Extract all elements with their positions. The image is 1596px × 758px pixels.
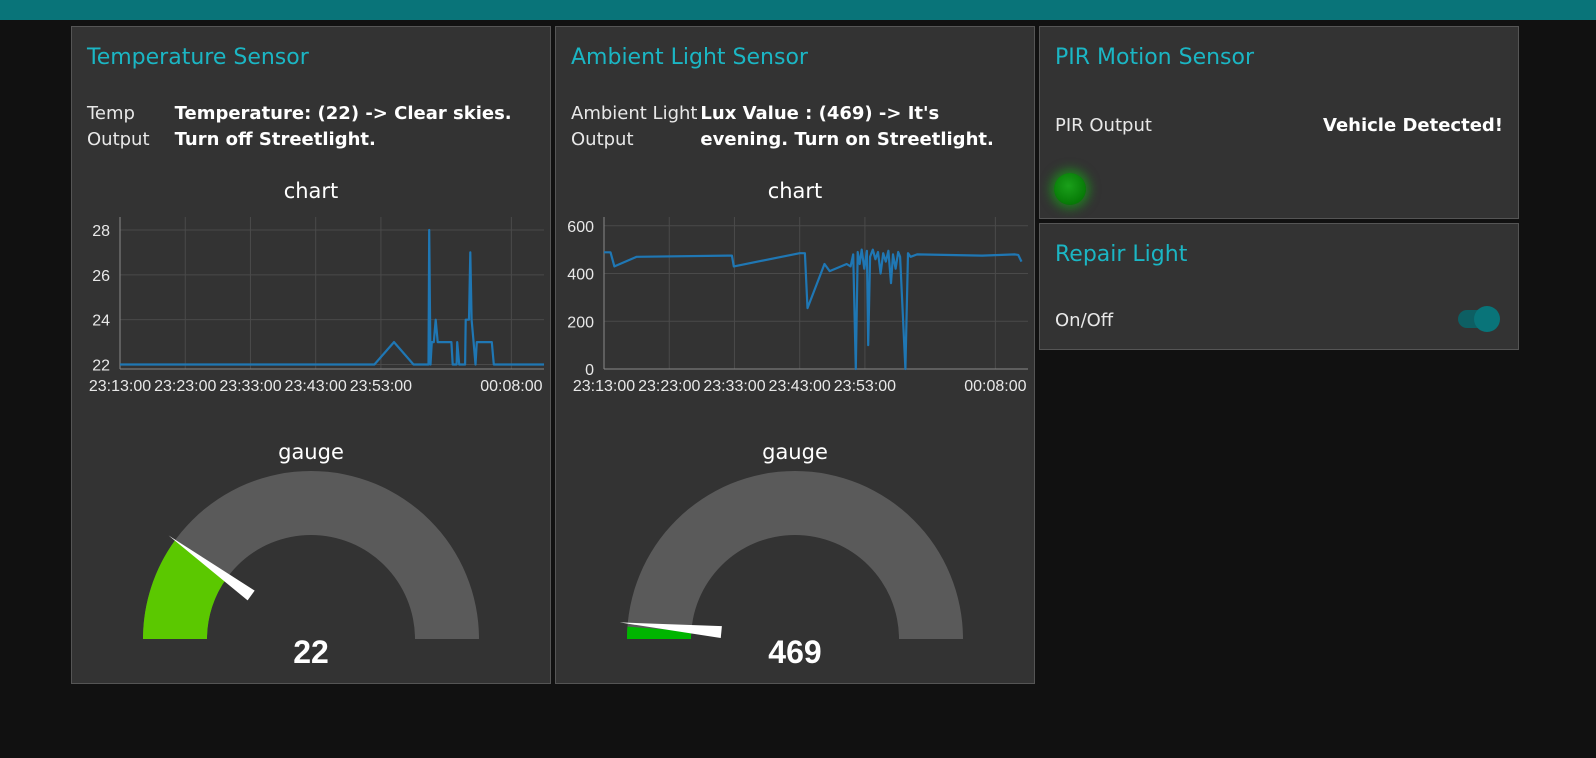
temp-chart-title: chart <box>283 179 339 203</box>
repair-light-card: Repair Light On/Off <box>1039 223 1519 350</box>
repair-onoff-row: On/Off <box>1055 308 1503 334</box>
chart-x-tick-label: 23:43:00 <box>769 378 831 395</box>
ambient-light-chart: 0 200 400 600 23:13:00 23:23:00 23:33:00 23:43:… <box>567 217 1028 395</box>
chart-x-tick-label: 00:08:00 <box>964 378 1026 395</box>
ambient-gauge-title: gauge <box>762 440 828 464</box>
temperature-gauge: 22units0110 <box>143 471 479 667</box>
ambient-output-label: Ambient Light Output <box>571 103 698 150</box>
gauge-background-arc <box>627 471 963 639</box>
chart-x-tick-label: 23:23:00 <box>154 378 216 395</box>
chart-x-tick-label: 23:33:00 <box>703 378 765 395</box>
chart-y-tick-label: 200 <box>567 314 594 331</box>
chart-x-tick-label: 00:08:00 <box>480 378 542 395</box>
repair-card-title: Repair Light <box>1055 242 1188 267</box>
chart-x-tick-label: 23:53:00 <box>350 378 412 395</box>
chart-y-tick-label: 600 <box>567 219 594 236</box>
top-header-bar <box>0 0 1596 20</box>
pir-card-title: PIR Motion Sensor <box>1055 45 1255 70</box>
ambient-chart-title: chart <box>767 179 823 203</box>
ambient-card-title: Ambient Light Sensor <box>571 45 808 70</box>
chart-x-tick-label: 23:23:00 <box>638 378 700 395</box>
chart-x-tick-label: 23:33:00 <box>219 378 281 395</box>
gauge-value-text: 469 <box>768 634 821 667</box>
temp-output-label: Temp Output <box>87 103 150 150</box>
chart-y-tick-label: 22 <box>92 358 110 375</box>
chart-x-tick-label: 23:13:00 <box>89 378 151 395</box>
temp-output-row: Temp Output Temperature: (22) -> Clear s… <box>87 101 535 153</box>
ambient-light-gauge: 469units020000 <box>619 471 963 667</box>
temperature-sensor-card: Temperature Sensor Temp Output Temperatu… <box>71 26 551 684</box>
temp-gauge-title: gauge <box>278 440 344 464</box>
temp-output-value: Temperature: (22) -> Clear skies. Turn o… <box>174 103 512 150</box>
temperature-card-title: Temperature Sensor <box>87 45 309 70</box>
chart-y-tick-label: 24 <box>92 313 110 330</box>
status-led-icon <box>1054 173 1086 205</box>
ambient-light-sensor-card: Ambient Light Sensor Ambient Light Outpu… <box>555 26 1035 684</box>
chart-y-tick-label: 400 <box>567 267 594 284</box>
pir-output-label: PIR Output <box>1055 115 1152 136</box>
chart-x-tick-label: 23:43:00 <box>285 378 347 395</box>
chart-y-tick-label: 26 <box>92 268 110 285</box>
chart-series-line <box>604 248 1023 371</box>
chart-series-line <box>120 228 544 366</box>
chart-y-tick-label: 28 <box>92 223 110 240</box>
repair-light-toggle[interactable] <box>1458 306 1500 332</box>
chart-y-tick-label: 0 <box>585 362 594 379</box>
gauge-value-text: 22 <box>293 634 329 667</box>
chart-x-tick-label: 23:53:00 <box>834 378 896 395</box>
ambient-output-value: Lux Value : (469) -> It's evening. Turn … <box>700 103 994 150</box>
pir-output-value: Vehicle Detected! <box>1323 115 1503 136</box>
repair-onoff-label: On/Off <box>1055 310 1114 331</box>
temperature-chart: 22 24 26 28 23:13:00 23:23:00 23:33:00 23:43:00… <box>89 217 544 395</box>
chart-x-tick-label: 23:13:00 <box>573 378 635 395</box>
toggle-knob <box>1474 306 1500 332</box>
pir-motion-sensor-card: PIR Motion Sensor PIR Output Vehicle Det… <box>1039 26 1519 219</box>
pir-output-row: PIR Output Vehicle Detected! <box>1055 113 1503 139</box>
ambient-output-row: Ambient Light Output Lux Value : (469) -… <box>571 101 1019 153</box>
